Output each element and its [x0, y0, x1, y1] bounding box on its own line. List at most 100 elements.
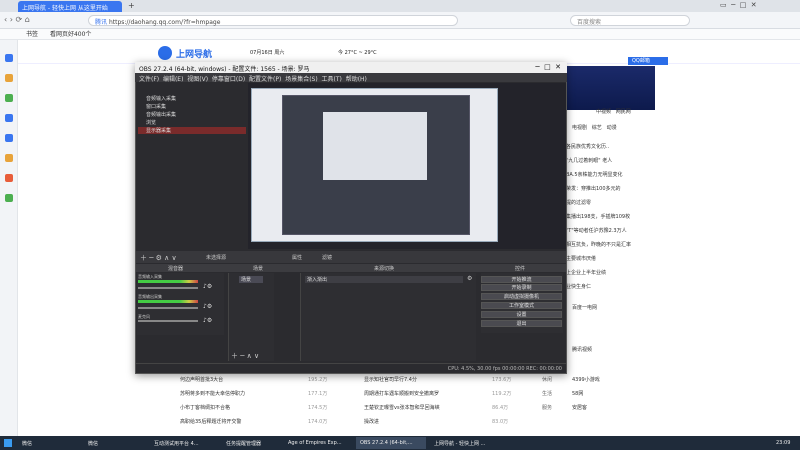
- news-item[interactable]: 王楚钦正曝雪vs张本智和早回海峡: [364, 404, 440, 411]
- sidebar-icon[interactable]: [5, 74, 13, 82]
- rank-value: 195.2万: [308, 377, 328, 383]
- taskbar-item[interactable]: Age of Empires Exp...: [284, 437, 352, 449]
- menu-view[interactable]: 视图(V): [187, 76, 208, 83]
- news-item[interactable]: BA.5亲株能力无明显变化: [566, 171, 623, 178]
- transition-select[interactable]: 渐入渐出: [305, 276, 463, 283]
- speaker-icon[interactable]: ♪⚙: [203, 303, 212, 310]
- news-item[interactable]: 周期通打车遇车顺搬到安全撤离罗: [364, 390, 439, 397]
- taskbar-item[interactable]: 微信: [84, 437, 132, 449]
- link-item[interactable]: 安居客: [572, 404, 587, 411]
- search-box[interactable]: 百度搜索: [570, 15, 690, 26]
- window-controls[interactable]: ▭ ─ □ ✕: [720, 1, 798, 9]
- add-remove-icons[interactable]: ＋ ─ ⚙ ∧ ∨: [140, 253, 177, 263]
- news-item[interactable]: 主要城市厌倦: [566, 255, 596, 262]
- virtual-camera-button[interactable]: 启动虚拟摄像机: [481, 293, 562, 300]
- site-subtabs[interactable]: 电视剧 综艺 动漫: [572, 124, 617, 131]
- sidebar-icon[interactable]: [5, 134, 13, 142]
- taskbar-item[interactable]: 微信: [18, 437, 66, 449]
- properties-button[interactable]: 属性: [292, 254, 302, 261]
- news-item[interactable]: 提的过滤零: [566, 199, 591, 206]
- sidebar-icon[interactable]: [5, 154, 13, 162]
- news-item[interactable]: 操改进: [364, 418, 379, 425]
- news-item[interactable]: 集播出198支，手插牌109枚: [566, 213, 630, 220]
- menu-tools[interactable]: 工具(T): [322, 76, 342, 83]
- obs-source-panel: 音频输入采集 窗口采集 音频输出采集 浏览 显示器采集: [136, 83, 248, 249]
- taskbar-item[interactable]: 互动测试用平台 4...: [150, 437, 218, 449]
- news-item[interactable]: 业快生身仁: [566, 283, 591, 290]
- menu-docks[interactable]: 停靠窗口(D): [212, 76, 245, 83]
- link-item[interactable]: 腾讯视频: [572, 346, 592, 353]
- start-recording-button[interactable]: 开始录制: [481, 284, 562, 291]
- obs-window-controls[interactable]: ─ □ ✕: [535, 63, 561, 71]
- link-item[interactable]: 58网: [572, 390, 583, 397]
- menu-scene-collection[interactable]: 场景集合(S): [285, 76, 318, 83]
- news-item[interactable]: "T"等动者任沪苏豫2.3万人: [566, 227, 627, 234]
- menu-help[interactable]: 帮助(H): [346, 76, 367, 83]
- nav-buttons[interactable]: ‹ › ⟳ ⌂: [4, 15, 74, 24]
- scene-add-remove-icons[interactable]: ＋ ─ ∧ ∨: [231, 351, 259, 361]
- start-streaming-button[interactable]: 开始推流: [481, 276, 562, 283]
- bookmark-item[interactable]: 看网页好400个: [50, 31, 91, 38]
- volume-slider[interactable]: [138, 287, 198, 289]
- exit-button[interactable]: 退出: [481, 320, 562, 327]
- site-tabs[interactable]: 中视频 网民网: [596, 108, 631, 115]
- filters-button[interactable]: 滤镜: [322, 254, 332, 261]
- rank-value: 86.4万: [492, 405, 509, 411]
- news-item[interactable]: 何边声明首批3大台: [180, 376, 223, 383]
- source-item[interactable]: 音频输入采集: [138, 95, 246, 102]
- news-item[interactable]: 显示知社官司早行7.4分: [364, 376, 417, 383]
- rank-value: 177.1万: [308, 391, 328, 397]
- link-item[interactable]: 4399小游戏: [572, 376, 600, 383]
- rank-value: 173.6万: [492, 377, 512, 383]
- category-label: 生活: [542, 391, 553, 397]
- news-item[interactable]: 各民族优秀文化历..: [566, 143, 609, 150]
- menu-profile[interactable]: 配置文件(P): [249, 76, 281, 83]
- link-item[interactable]: 百度一电网: [572, 304, 597, 311]
- toolbar-status: 未选择源: [206, 255, 227, 261]
- site-logo[interactable]: 上网导航: [176, 47, 212, 60]
- news-item[interactable]: 上企业上半年业绩: [566, 269, 606, 276]
- source-item[interactable]: 音频输出采集: [138, 111, 246, 118]
- volume-meter: [138, 300, 198, 303]
- sidebar-icon[interactable]: [5, 54, 13, 62]
- volume-slider[interactable]: [138, 320, 198, 322]
- browser-tab[interactable]: 上网导航 - 轻快上网 从这里开始: [18, 1, 122, 12]
- sidebar-icon[interactable]: [5, 94, 13, 102]
- source-item-selected[interactable]: 显示器采集: [138, 127, 246, 134]
- source-item[interactable]: 浏览: [138, 119, 246, 126]
- audio-mixer: 音频输入采集 音频输出采集 麦克风 ♪⚙ ♪⚙ ♪⚙: [137, 273, 224, 335]
- browser-sidebar: [0, 40, 18, 436]
- settings-button[interactable]: 设置: [481, 311, 562, 318]
- speaker-icon[interactable]: ♪⚙: [203, 317, 212, 324]
- news-item[interactable]: 小布丁客档绸扣不合格: [180, 404, 230, 411]
- new-tab-icon[interactable]: +: [128, 1, 135, 10]
- preview-capture: [251, 88, 498, 242]
- volume-slider[interactable]: [138, 307, 198, 309]
- sidebar-icon[interactable]: [5, 114, 13, 122]
- news-item[interactable]: 苏明蒋多到不能大幸信停职力: [180, 390, 245, 397]
- transitions-panel: 渐入渐出 ⚙: [300, 273, 476, 361]
- news-item[interactable]: 相互抗负，昨晚的不只是汇率: [566, 241, 631, 248]
- volume-meter: [138, 280, 198, 283]
- url-field[interactable]: 腾讯 https://daohang.qq.com/?fr=hmpage: [88, 15, 458, 26]
- studio-mode-button[interactable]: 工作室模式: [481, 302, 562, 309]
- scene-item[interactable]: 场景: [239, 276, 263, 283]
- sidebar-icon[interactable]: [5, 194, 13, 202]
- news-item[interactable]: 高职给35后释题迁将开交警: [180, 418, 241, 425]
- obs-title: OBS 27.2.4 (64-bit, windows) - 配置文件: 156…: [139, 66, 310, 73]
- windows-start-icon[interactable]: [4, 439, 12, 447]
- gear-icon[interactable]: ⚙: [467, 275, 472, 282]
- news-item[interactable]: 荣发：穿推出100多元的: [566, 185, 621, 192]
- taskbar-item-active[interactable]: OBS 27.2.4 (64-bit,...: [356, 437, 426, 449]
- bookmark-item[interactable]: 书签: [26, 31, 38, 38]
- news-item[interactable]: "九几过着刺眼" 老人: [566, 157, 612, 164]
- taskbar-item[interactable]: 上网导航 - 轻快上网 ...: [430, 437, 500, 449]
- sidebar-icon[interactable]: [5, 174, 13, 182]
- menu-edit[interactable]: 编辑(E): [163, 76, 183, 83]
- taskbar-item[interactable]: 任务提醒管理器: [222, 437, 282, 449]
- source-item[interactable]: 窗口采集: [138, 103, 246, 110]
- qq-mail-link[interactable]: QQ邮箱: [628, 57, 668, 65]
- menu-file[interactable]: 文件(F): [139, 76, 159, 83]
- clock[interactable]: 23:09: [772, 437, 800, 449]
- speaker-icon[interactable]: ♪⚙: [203, 283, 212, 290]
